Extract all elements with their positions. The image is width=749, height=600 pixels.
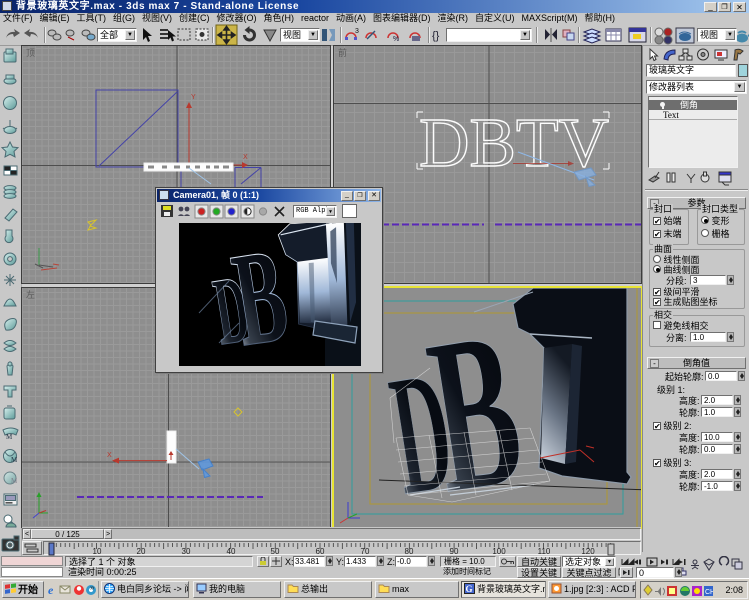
svg-text:90: 90 — [450, 547, 459, 556]
svg-text:X: X — [107, 452, 112, 459]
svg-text:%: % — [393, 36, 399, 43]
svg-text:G: G — [466, 584, 473, 594]
svg-text:M: M — [6, 433, 13, 441]
svg-text:前: 前 — [338, 47, 347, 58]
svg-text:左: 左 — [26, 289, 35, 300]
svg-text:30: 30 — [182, 547, 191, 556]
svg-text:110: 110 — [538, 547, 551, 556]
svg-text:{}: {} — [432, 30, 440, 42]
svg-text:60: 60 — [316, 547, 325, 556]
svg-text:顶: 顶 — [26, 48, 35, 58]
svg-text:Y: Y — [191, 94, 196, 101]
svg-text:20: 20 — [137, 547, 146, 556]
svg-text:CH: CH — [705, 589, 713, 596]
svg-text:X: X — [243, 154, 248, 161]
svg-text:M: M — [11, 456, 18, 464]
svg-text:3: 3 — [355, 28, 359, 35]
svg-text:50: 50 — [271, 547, 280, 556]
svg-text:40: 40 — [227, 547, 236, 556]
svg-text:10: 10 — [93, 547, 102, 556]
svg-text:e: e — [48, 583, 54, 597]
svg-text:M: M — [11, 477, 18, 485]
svg-text:70: 70 — [361, 547, 370, 556]
svg-text:80: 80 — [405, 547, 414, 556]
svg-text:120: 120 — [581, 547, 595, 556]
svg-text:100: 100 — [492, 547, 506, 556]
